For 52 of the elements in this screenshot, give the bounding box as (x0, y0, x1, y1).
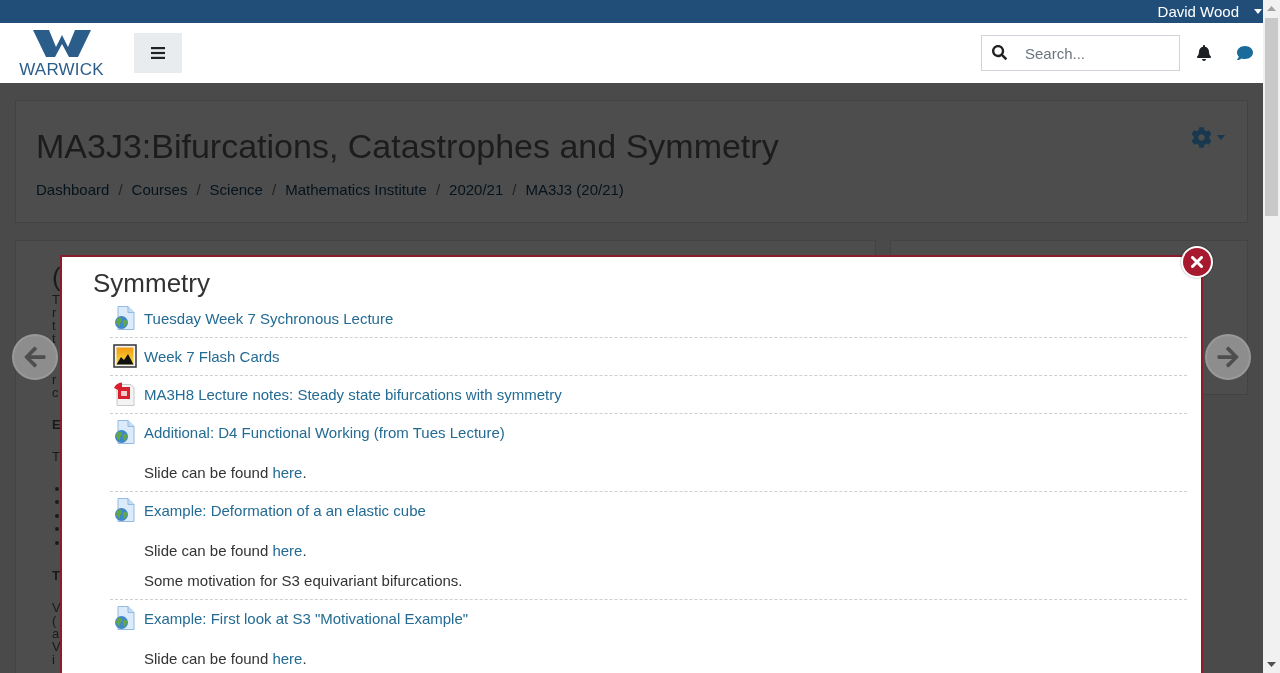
description-text: Slide can be found here. (144, 541, 307, 561)
scroll-down-icon[interactable] (1267, 662, 1276, 667)
breadcrumb-separator: / (196, 180, 201, 200)
description-text: Some motivation for S3 equivariant bifurcations. (144, 571, 463, 591)
web-page-icon (113, 498, 137, 522)
breadcrumb-separator: / (118, 180, 123, 200)
activity-link[interactable]: Example: Deformation of a an elastic cube (144, 501, 426, 519)
web-page-icon (113, 420, 137, 444)
logo-text[interactable]: WARWICK (19, 61, 104, 78)
description-text: Slide can be found here. (144, 463, 307, 483)
breadcrumb-separator: / (512, 180, 517, 200)
menu-icon (151, 47, 165, 59)
activity-link[interactable]: Tuesday Week 7 Sychronous Lecture (144, 309, 394, 327)
web-page-icon (113, 306, 137, 330)
bell-icon (1196, 45, 1212, 61)
menu-button[interactable] (134, 33, 182, 73)
bullet-icon (55, 540, 59, 545)
image-file-icon (113, 344, 137, 368)
messages-button[interactable] (1237, 45, 1253, 61)
web-page-icon (113, 606, 137, 630)
search-icon (992, 45, 1007, 60)
notifications-button[interactable] (1196, 45, 1212, 61)
activity-link[interactable]: Example: First look at S3 "Motivational Example" (144, 609, 469, 627)
chat-bubble-icon (1237, 45, 1253, 61)
caret-icon (1217, 135, 1225, 140)
bullet-icon (55, 500, 59, 505)
scrollbar[interactable] (1263, 0, 1280, 673)
bullet-icon (55, 486, 59, 491)
breadcrumb-separator: / (435, 180, 441, 200)
slide-link[interactable]: here (272, 464, 303, 481)
text-fragment: ( (52, 613, 57, 627)
slide-link[interactable]: here (272, 650, 303, 667)
bullet-icon (55, 513, 59, 518)
logo-icon[interactable] (32, 30, 91, 57)
search-field[interactable]: Search... (981, 35, 1180, 71)
caret-icon (1254, 9, 1262, 14)
slide-link[interactable]: here (272, 542, 303, 559)
scrollbar-thumb[interactable] (1265, 18, 1278, 216)
close-icon (1191, 256, 1203, 268)
activity-link[interactable]: MA3H8 Lecture notes: Steady state bifurcations with symmetry (144, 385, 562, 403)
arrow-left-icon (23, 345, 47, 369)
settings-icon (1191, 127, 1212, 148)
heading-text: ( (52, 264, 61, 290)
arrow-right-icon (1216, 345, 1240, 369)
modal-title: Symmetry (93, 267, 210, 300)
pdf-file-icon (113, 382, 137, 406)
activity-link[interactable]: Week 7 Flash Cards (144, 347, 280, 365)
bullet-icon (55, 527, 59, 532)
description-text: Slide can be found here. (144, 649, 307, 669)
user-menu-button[interactable]: David Wood (1157, 0, 1263, 23)
activity-link[interactable]: Additional: D4 Functional Working (from Tues Lecture) (144, 423, 505, 441)
breadcrumb-separator: / (271, 180, 277, 200)
